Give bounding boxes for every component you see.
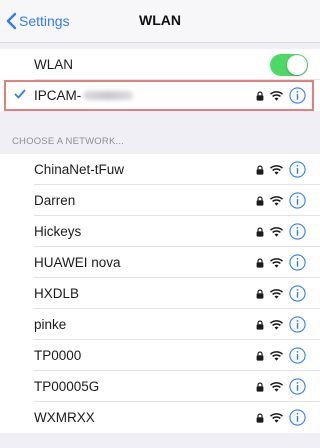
checkmark-icon <box>14 89 26 99</box>
lock-icon <box>256 164 264 175</box>
lock-icon <box>256 412 264 423</box>
lock-icon <box>256 195 264 206</box>
info-icon[interactable] <box>289 316 306 333</box>
network-name: TP0000 <box>34 348 82 363</box>
wlan-toggle-row: WLAN <box>0 49 320 80</box>
network-icons <box>256 154 306 185</box>
network-icons <box>256 185 306 216</box>
network-row[interactable]: HXDLB <box>0 278 320 309</box>
info-icon[interactable] <box>289 347 306 364</box>
wlan-group: WLAN IPCAM- <box>0 49 320 111</box>
network-icons <box>256 278 306 309</box>
redacted-text-blur <box>83 91 134 100</box>
network-icons <box>256 247 306 278</box>
network-name: Darren <box>34 193 76 208</box>
network-row[interactable]: Darren <box>0 185 320 216</box>
lock-icon <box>256 226 264 237</box>
network-name: pinke <box>34 317 67 332</box>
info-icon[interactable] <box>289 254 306 271</box>
connected-network-name-text: IPCAM- <box>34 88 82 103</box>
info-icon[interactable] <box>289 192 306 209</box>
navigation-bar: Settings WLAN <box>0 0 320 43</box>
network-name: Hickeys <box>34 224 82 239</box>
network-icons <box>256 402 306 433</box>
network-icons <box>256 309 306 340</box>
section-header: CHOOSE A NETWORK... <box>12 136 125 147</box>
network-row[interactable]: pinke <box>0 309 320 340</box>
lock-icon <box>256 90 264 101</box>
connected-network-name: IPCAM- <box>34 80 134 111</box>
wifi-icon <box>270 90 283 101</box>
network-icons <box>256 371 306 402</box>
network-row[interactable]: TP0000 <box>0 340 320 371</box>
wlan-toggle-switch[interactable] <box>270 54 308 76</box>
network-name: HXDLB <box>34 286 80 301</box>
wlan-toggle-label: WLAN <box>34 57 74 72</box>
network-name: TP00005G <box>34 379 100 394</box>
info-icon[interactable] <box>289 285 306 302</box>
lock-icon <box>256 257 264 268</box>
network-name: ChinaNet-tFuw <box>34 162 125 177</box>
info-icon[interactable] <box>289 87 306 104</box>
info-icon[interactable] <box>289 161 306 178</box>
toggle-knob <box>287 55 307 75</box>
wifi-icon <box>270 164 283 175</box>
info-icon[interactable] <box>289 378 306 395</box>
wifi-icon <box>270 288 283 299</box>
network-icons <box>256 216 306 247</box>
lock-icon <box>256 288 264 299</box>
wifi-icon <box>270 350 283 361</box>
wifi-icon <box>270 412 283 423</box>
wifi-icon <box>270 226 283 237</box>
connected-network-row[interactable]: IPCAM- <box>0 80 320 111</box>
wifi-icon <box>270 195 283 206</box>
network-icons <box>256 340 306 371</box>
network-name: HUAWEI nova <box>34 255 121 270</box>
wifi-icon <box>270 381 283 392</box>
lock-icon <box>256 350 264 361</box>
wifi-icon <box>270 319 283 330</box>
network-list: ChinaNet-tFuw Darren Hickeys HUAWEI nova… <box>0 154 320 433</box>
lock-icon <box>256 381 264 392</box>
network-row[interactable]: ChinaNet-tFuw <box>0 154 320 185</box>
network-row[interactable]: WXMRXX <box>0 402 320 433</box>
network-row[interactable]: Hickeys <box>0 216 320 247</box>
wifi-icon <box>270 257 283 268</box>
network-row[interactable]: HUAWEI nova <box>0 247 320 278</box>
lock-icon <box>256 319 264 330</box>
page-title: WLAN <box>139 12 181 28</box>
info-icon[interactable] <box>289 223 306 240</box>
network-name: WXMRXX <box>34 410 95 425</box>
info-icon[interactable] <box>289 409 306 426</box>
network-row[interactable]: TP00005G <box>0 371 320 402</box>
network-icons <box>256 80 306 111</box>
